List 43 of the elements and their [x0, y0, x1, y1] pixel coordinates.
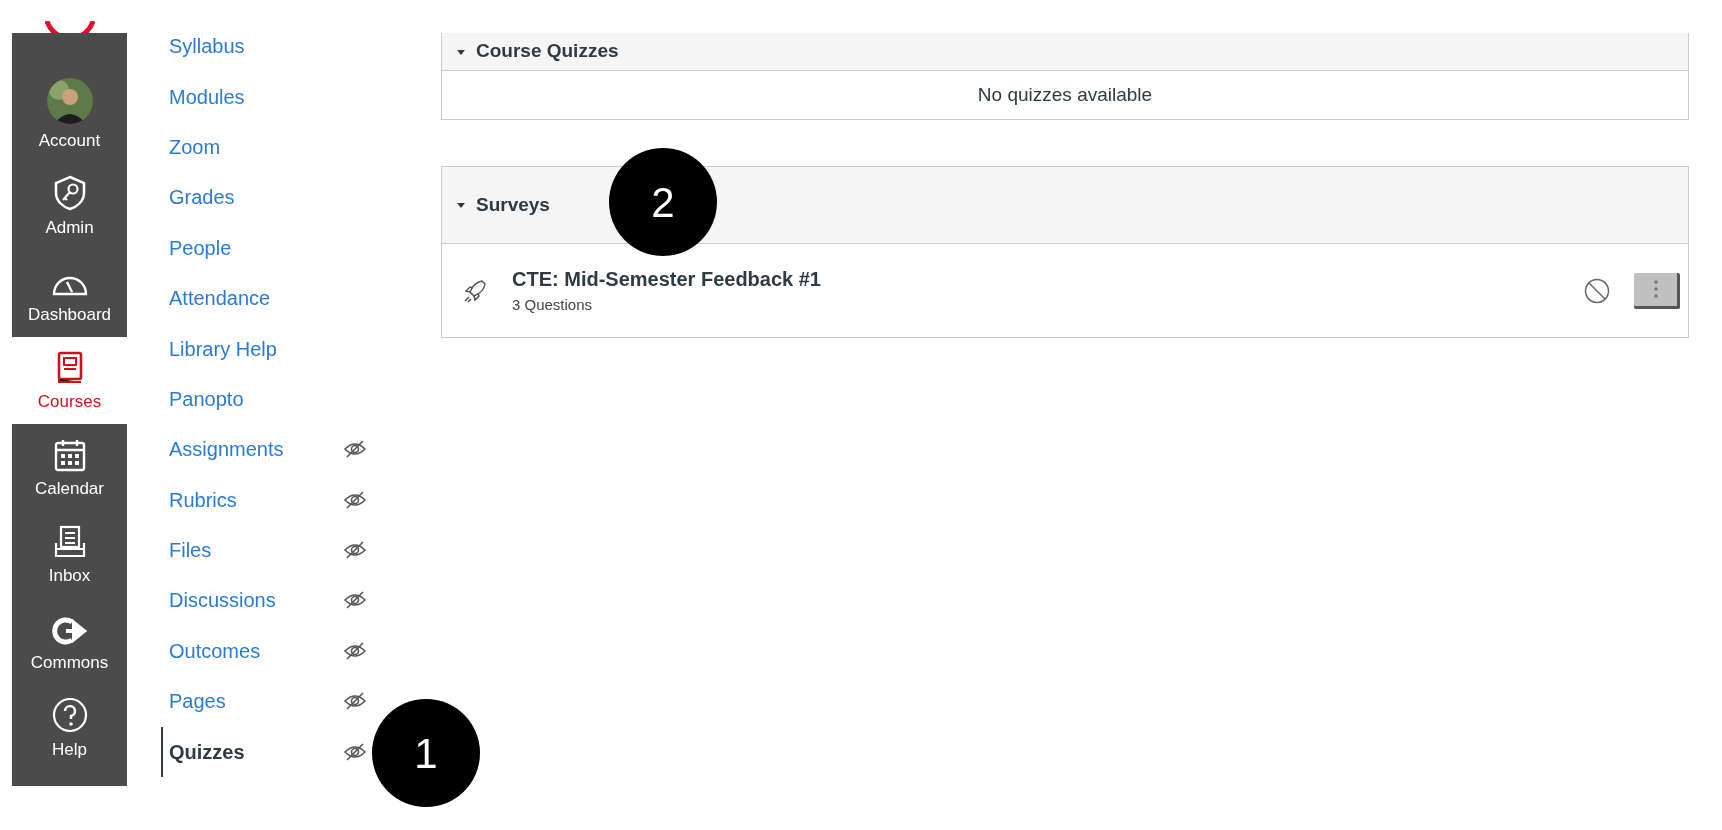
- book-icon: [55, 350, 84, 385]
- course-nav-link[interactable]: Attendance: [161, 273, 271, 324]
- rocket-icon: [462, 277, 488, 304]
- shield-key-icon: [52, 174, 87, 211]
- section-title: Course Quizzes: [476, 39, 619, 64]
- course-nav-link[interactable]: Assignments: [161, 424, 284, 475]
- caret-icon[interactable]: [456, 200, 466, 210]
- course-nav-link[interactable]: Rubrics: [161, 474, 237, 525]
- course-nav-link[interactable]: Files: [161, 525, 212, 576]
- step-marker: 1: [372, 699, 480, 807]
- step-marker: 2: [609, 148, 717, 256]
- nav-item[interactable]: Inbox: [12, 511, 127, 598]
- course-nav-link[interactable]: Zoom: [161, 121, 221, 172]
- nav-item[interactable]: Account: [12, 33, 127, 163]
- course-nav-link[interactable]: Discussions: [161, 575, 276, 626]
- quiz-title[interactable]: CTE: Mid-Semester Feedback #1: [512, 264, 1584, 295]
- empty-message: No quizzes available: [977, 82, 1153, 107]
- question-count: 3 Questions: [512, 295, 594, 316]
- arrow-exit-icon: [51, 615, 88, 646]
- course-nav-link[interactable]: Syllabus: [161, 21, 245, 72]
- nav-item[interactable]: Commons: [12, 598, 127, 685]
- nav-item[interactable]: Help: [12, 685, 127, 772]
- more-options-button[interactable]: [1634, 272, 1680, 309]
- course-nav-link[interactable]: Pages: [161, 676, 226, 727]
- nav-item[interactable]: Admin: [12, 163, 127, 250]
- nav-item[interactable]: Calendar: [12, 424, 127, 511]
- course-nav-link[interactable]: Quizzes: [161, 726, 245, 777]
- unpublished-icon[interactable]: [1584, 277, 1610, 304]
- course-nav-link[interactable]: Outcomes: [161, 625, 261, 676]
- logo-icon[interactable]: [45, 21, 95, 33]
- section-header[interactable]: Course Quizzes: [442, 33, 1688, 70]
- inbox-tray-icon: [52, 524, 87, 559]
- nav-item[interactable]: Dashboard: [12, 250, 127, 337]
- course-nav-link[interactable]: Panopto: [161, 373, 244, 424]
- nav-item[interactable]: Courses: [12, 337, 127, 424]
- help-icon: [51, 696, 88, 733]
- section-title: Surveys: [476, 192, 550, 217]
- course-nav-link[interactable]: Library Help: [161, 323, 277, 374]
- calendar-icon: [53, 437, 86, 472]
- course-nav-link[interactable]: Grades: [161, 172, 235, 223]
- kebab-icon: [1653, 280, 1658, 298]
- course-nav-link[interactable]: People: [161, 222, 232, 273]
- course-nav-link[interactable]: Modules: [161, 71, 245, 122]
